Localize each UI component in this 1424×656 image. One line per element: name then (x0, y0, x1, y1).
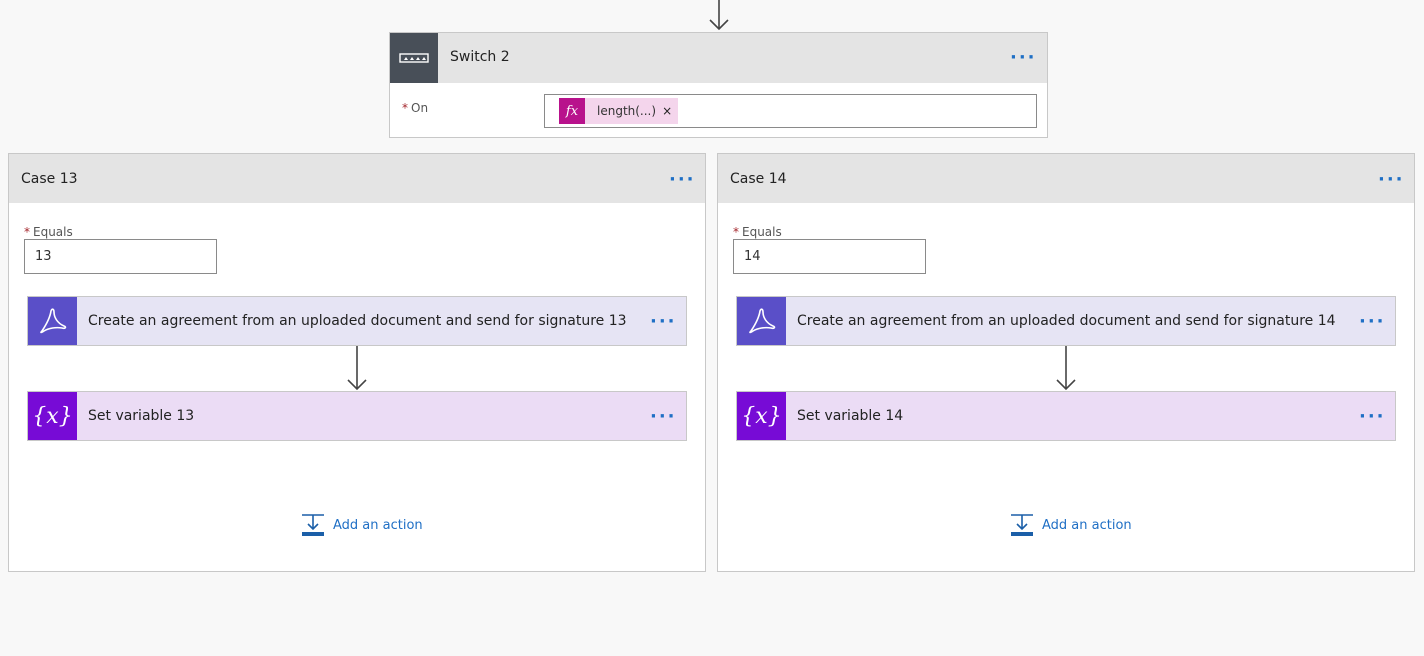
variable-icon: {x} (737, 392, 786, 440)
action-more-options-button[interactable]: ··· (650, 408, 677, 426)
case-header[interactable]: Case 14 ··· (718, 154, 1414, 203)
connector-arrow-top (709, 0, 729, 31)
action-create-agreement[interactable]: Create an agreement from an uploaded doc… (736, 296, 1396, 346)
required-asterisk: * (733, 225, 739, 239)
case-title: Case 13 (21, 171, 78, 187)
switch-title: Switch 2 (450, 49, 510, 65)
case-card-14[interactable]: Case 14 ··· * Equals 14 Create an agreeme… (717, 153, 1415, 572)
action-label: Create an agreement from an uploaded doc… (88, 313, 627, 329)
expression-token[interactable]: fx length(...) × (559, 98, 679, 124)
case-more-options-button[interactable]: ··· (669, 171, 696, 189)
switch-card[interactable]: Switch 2 ··· * On fx length(...) × (389, 32, 1048, 138)
equals-label-text: Equals (33, 225, 73, 239)
action-label: Set variable 13 (88, 408, 195, 424)
variable-icon-glyph: {x} (741, 403, 782, 429)
add-action-icon (302, 514, 324, 536)
action-more-options-button[interactable]: ··· (1359, 408, 1386, 426)
add-an-action-label: Add an action (1042, 517, 1132, 533)
switch-more-options-button[interactable]: ··· (1010, 49, 1037, 67)
action-set-variable[interactable]: {x} Set variable 13 ··· (27, 391, 687, 441)
add-an-action-label: Add an action (333, 517, 423, 533)
equals-label-text: Equals (742, 225, 782, 239)
connector-arrow (347, 346, 367, 391)
action-create-agreement[interactable]: Create an agreement from an uploaded doc… (27, 296, 687, 346)
function-icon: fx (559, 98, 585, 124)
case-header[interactable]: Case 13 ··· (9, 154, 705, 203)
switch-header[interactable]: Switch 2 ··· (390, 33, 1047, 83)
expression-token-text: length(...) (597, 104, 657, 118)
action-set-variable[interactable]: {x} Set variable 14 ··· (736, 391, 1396, 441)
on-expression-field[interactable]: fx length(...) × (544, 94, 1037, 128)
case-title: Case 14 (730, 171, 787, 187)
adobe-sign-icon (28, 297, 77, 345)
switch-icon (390, 33, 438, 83)
equals-input[interactable]: 13 (24, 239, 217, 274)
add-action-icon (1011, 514, 1033, 536)
add-an-action-button[interactable]: Add an action (1010, 513, 1132, 537)
on-label: * On (402, 101, 428, 115)
case-more-options-button[interactable]: ··· (1378, 171, 1405, 189)
action-more-options-button[interactable]: ··· (1359, 313, 1386, 331)
remove-token-button[interactable]: × (662, 104, 678, 118)
case-card-13[interactable]: Case 13 ··· * Equals 13 Create an agreeme… (8, 153, 706, 572)
required-asterisk: * (402, 101, 408, 115)
variable-icon: {x} (28, 392, 77, 440)
adobe-sign-icon (737, 297, 786, 345)
connector-arrow (1056, 346, 1076, 391)
equals-label: * Equals (733, 225, 782, 239)
equals-label: * Equals (24, 225, 73, 239)
action-label: Create an agreement from an uploaded doc… (797, 313, 1336, 329)
action-label: Set variable 14 (797, 408, 904, 424)
on-label-text: On (411, 101, 429, 115)
action-more-options-button[interactable]: ··· (650, 313, 677, 331)
equals-input[interactable]: 14 (733, 239, 926, 274)
add-an-action-button[interactable]: Add an action (301, 513, 423, 537)
required-asterisk: * (24, 225, 30, 239)
variable-icon-glyph: {x} (32, 403, 73, 429)
